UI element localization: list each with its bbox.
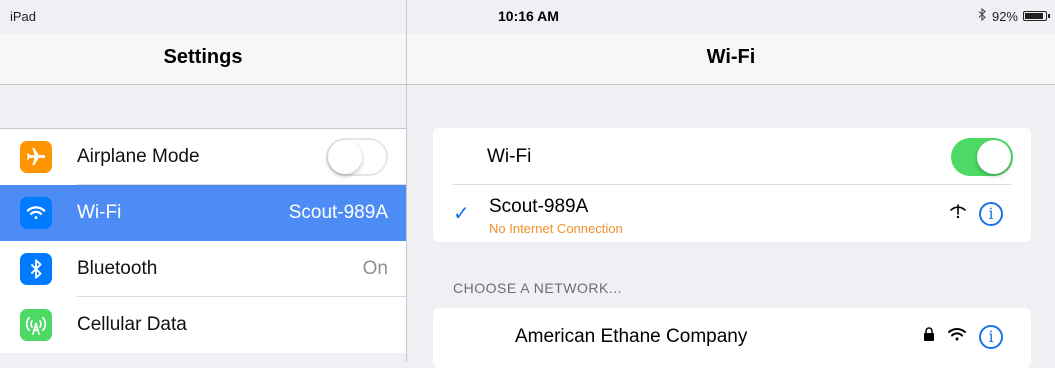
settings-item-value: Scout-989A bbox=[288, 202, 388, 223]
device-name: iPad bbox=[10, 9, 37, 24]
wifi-pane: Wi-Fi Wi-Fi ✓ Scout-989A No Internet Con… bbox=[407, 0, 1055, 368]
battery-icon bbox=[1023, 11, 1050, 21]
network-name: American Ethane Company bbox=[515, 325, 748, 347]
cellular-icon bbox=[20, 309, 52, 341]
settings-nav-bar: Settings bbox=[0, 34, 406, 85]
wifi-card: Wi-Fi ✓ Scout-989A No Internet Connectio… bbox=[433, 128, 1031, 242]
settings-item-label: Bluetooth bbox=[77, 258, 158, 279]
info-button[interactable]: i bbox=[979, 201, 1003, 226]
connection-status: No Internet Connection bbox=[489, 221, 623, 236]
wifi-title: Wi-Fi bbox=[706, 46, 756, 68]
settings-item-airplane-mode[interactable]: Airplane Mode bbox=[0, 129, 406, 185]
checkmark-icon: ✓ bbox=[453, 203, 470, 225]
wifi-warning-icon bbox=[949, 202, 967, 225]
wifi-toggle-row: Wi-Fi bbox=[433, 128, 1031, 185]
settings-item-label: Cellular Data bbox=[77, 314, 187, 335]
settings-pane: Settings Airplane Mode Wi-Fi Scout-989A bbox=[0, 0, 407, 362]
settings-list: Airplane Mode Wi-Fi Scout-989A Bluetooth… bbox=[0, 128, 406, 353]
wifi-toggle-label: Wi-Fi bbox=[487, 145, 532, 167]
airplane-icon bbox=[20, 141, 52, 173]
battery-percent: 92% bbox=[991, 8, 1018, 24]
section-header: CHOOSE A NETWORK... bbox=[453, 280, 622, 296]
settings-item-label: Airplane Mode bbox=[77, 146, 200, 167]
bluetooth-status-icon bbox=[978, 7, 987, 24]
wifi-icon bbox=[20, 197, 52, 229]
network-icons: i bbox=[949, 201, 1003, 226]
wifi-nav-bar: Wi-Fi bbox=[407, 34, 1055, 85]
settings-item-wifi[interactable]: Wi-Fi Scout-989A bbox=[0, 185, 406, 241]
info-button[interactable]: i bbox=[979, 324, 1003, 349]
settings-title: Settings bbox=[163, 46, 243, 68]
toggle-knob bbox=[328, 140, 362, 174]
settings-item-label: Wi-Fi bbox=[77, 202, 122, 223]
status-indicators: 92% bbox=[978, 7, 1050, 24]
networks-card: American Ethane Company i bbox=[433, 308, 1031, 368]
status-bar: iPad 10:16 AM 92% bbox=[0, 0, 1055, 34]
wifi-signal-icon bbox=[947, 326, 967, 347]
wifi-toggle[interactable] bbox=[951, 137, 1013, 176]
connected-network-row[interactable]: ✓ Scout-989A No Internet Connection i bbox=[433, 185, 1031, 242]
settings-item-bluetooth[interactable]: Bluetooth On bbox=[0, 241, 406, 297]
toggle-knob bbox=[977, 139, 1011, 174]
bluetooth-icon bbox=[20, 253, 52, 285]
network-icons: i bbox=[923, 324, 1003, 349]
settings-item-value: On bbox=[362, 258, 388, 279]
lock-icon bbox=[923, 327, 935, 346]
airplane-mode-toggle[interactable] bbox=[326, 138, 388, 176]
connected-network-name: Scout-989A bbox=[489, 196, 589, 217]
settings-item-cellular-data[interactable]: Cellular Data bbox=[0, 297, 406, 353]
status-time: 10:16 AM bbox=[498, 8, 559, 24]
network-row[interactable]: American Ethane Company i bbox=[433, 308, 1031, 365]
